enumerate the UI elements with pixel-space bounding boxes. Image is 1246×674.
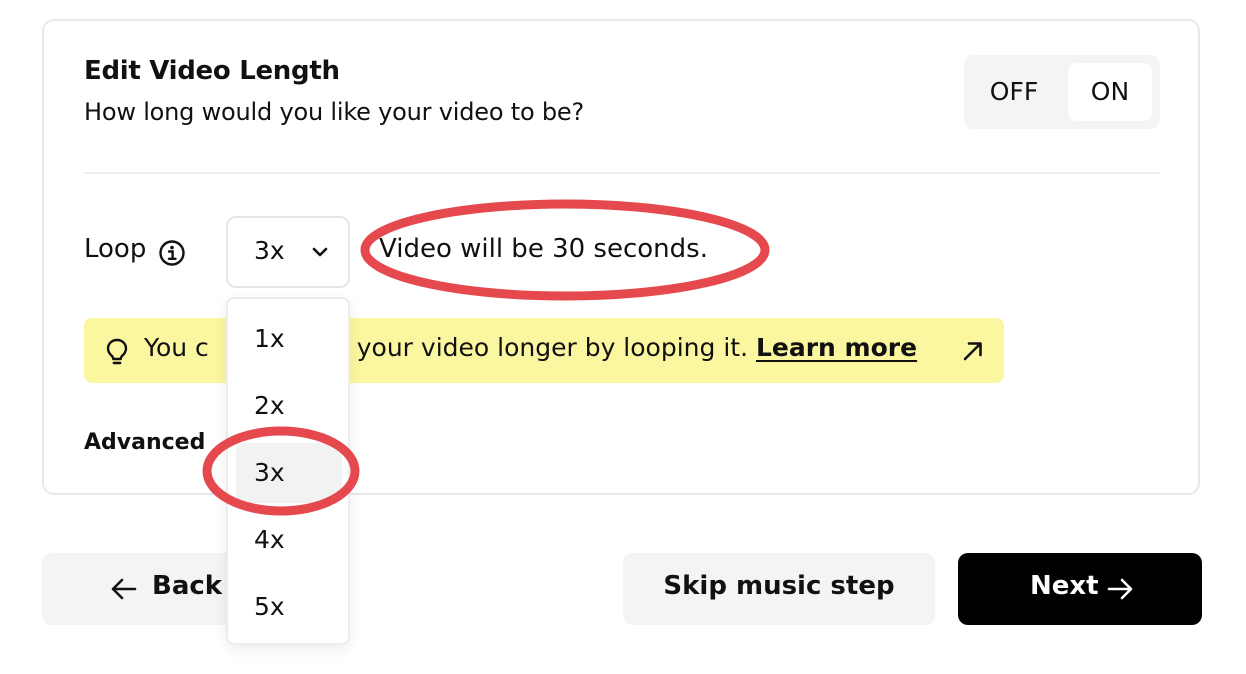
loop-label: Loop: [84, 234, 147, 264]
loop-hint-banner: You c your video longer by looping it. L…: [84, 318, 1004, 383]
dropdown-option-5x[interactable]: 5x: [236, 577, 342, 637]
advanced-toggle[interactable]: Advanced: [84, 430, 205, 455]
hint-text-start: You c: [144, 333, 209, 362]
next-button[interactable]: Next: [958, 553, 1202, 625]
loop-dropdown-menu: 1x 2x 3x 4x 5x: [226, 297, 350, 645]
arrow-left-icon: [111, 578, 137, 600]
arrow-right-icon: [1107, 578, 1133, 600]
dropdown-option-1x[interactable]: 1x: [236, 309, 342, 369]
lightbulb-icon: [106, 338, 128, 365]
info-icon[interactable]: [158, 239, 186, 267]
dropdown-option-2x[interactable]: 2x: [236, 376, 342, 436]
chevron-down-icon: [312, 247, 328, 257]
loop-select[interactable]: 3x: [226, 216, 350, 288]
toggle-on-option[interactable]: ON: [1068, 63, 1152, 121]
skip-button-label: Skip music step: [663, 571, 895, 601]
learn-more-link[interactable]: Learn more: [756, 333, 917, 362]
back-button-label: Back: [152, 571, 223, 601]
arrow-up-right-icon[interactable]: [960, 338, 986, 364]
next-button-label: Next: [1030, 571, 1099, 601]
divider: [84, 172, 1160, 174]
page-subtitle: How long would you like your video to be…: [84, 98, 585, 126]
toggle-off-option[interactable]: OFF: [972, 63, 1056, 121]
dropdown-option-4x[interactable]: 4x: [236, 510, 342, 570]
loop-select-value: 3x: [254, 236, 285, 265]
dropdown-option-3x[interactable]: 3x: [236, 443, 342, 503]
skip-music-step-button[interactable]: Skip music step: [623, 553, 935, 625]
off-on-toggle[interactable]: OFF ON: [964, 55, 1160, 129]
hint-text-end: your video longer by looping it.: [348, 333, 756, 362]
video-length-text: Video will be 30 seconds.: [379, 234, 708, 264]
page-title: Edit Video Length: [84, 56, 340, 86]
